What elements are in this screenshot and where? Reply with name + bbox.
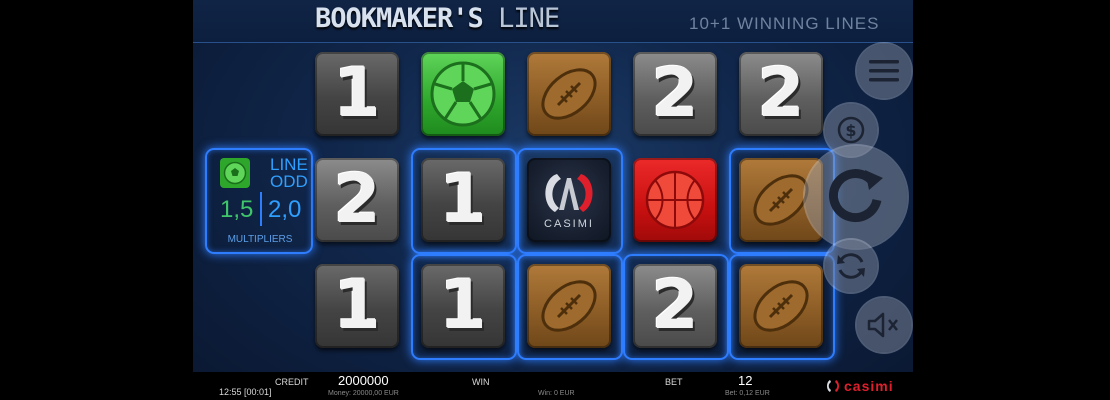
bet-value: 12 bbox=[738, 373, 753, 388]
menu-icon bbox=[869, 60, 899, 82]
bet-label: BET bbox=[665, 377, 683, 387]
multiplier-right-value: 2,0 bbox=[268, 196, 302, 223]
line-label: LINE bbox=[270, 155, 308, 174]
reel-symbol-2: 2 bbox=[739, 52, 823, 136]
game-title: BOOKMAKER'S LINE bbox=[315, 3, 560, 34]
soccer-ball-icon bbox=[430, 61, 496, 127]
symbol-number: 1 bbox=[333, 266, 381, 345]
autoplay-button[interactable] bbox=[825, 240, 877, 292]
symbol-number: 1 bbox=[439, 160, 487, 239]
sound-button[interactable] bbox=[857, 298, 911, 352]
title-light: LINE bbox=[498, 3, 560, 34]
casimi-logo-icon bbox=[827, 380, 839, 392]
soccer-ball-icon bbox=[220, 158, 250, 188]
symbol-number: 1 bbox=[333, 54, 381, 133]
reel-symbol-soccer bbox=[421, 52, 505, 136]
reel-symbol-football bbox=[739, 264, 823, 348]
casimi-logo-text: CASIMI bbox=[544, 218, 594, 230]
multipliers-panel: LINE ODD 1,5 2,0 MULTIPLIERS bbox=[206, 150, 308, 250]
reel-symbol-1: 1 bbox=[315, 264, 399, 348]
american-football-icon bbox=[753, 280, 809, 332]
basketball-icon bbox=[645, 170, 705, 230]
symbol-number: 2 bbox=[333, 160, 381, 239]
multipliers-caption: MULTIPLIERS bbox=[227, 234, 293, 245]
reel-symbol-2: 2 bbox=[633, 52, 717, 136]
symbol-number: 2 bbox=[651, 54, 699, 133]
dollar-coin-icon: $ bbox=[837, 116, 865, 144]
reel-symbol-2: 2 bbox=[633, 264, 717, 348]
autoplay-icon bbox=[837, 253, 865, 279]
reel-symbol-football bbox=[527, 264, 611, 348]
reel-symbol-1: 1 bbox=[315, 52, 399, 136]
american-football-icon bbox=[541, 68, 597, 120]
win-value: Win: 0 EUR bbox=[538, 390, 575, 397]
casimi-brand-text: casimi bbox=[844, 378, 894, 394]
credit-value: 2000000 bbox=[338, 373, 389, 388]
odd-label: ODD bbox=[270, 172, 308, 191]
menu-button[interactable] bbox=[857, 44, 911, 98]
casimi-logo-icon bbox=[545, 174, 593, 212]
svg-text:$: $ bbox=[845, 121, 856, 140]
win-label: WIN bbox=[472, 377, 490, 387]
credit-label: CREDIT bbox=[275, 377, 309, 387]
spin-icon bbox=[828, 169, 883, 223]
american-football-icon bbox=[541, 280, 597, 332]
reel-symbol-basketball bbox=[633, 158, 717, 242]
reel-symbol-1: 1 bbox=[421, 158, 505, 242]
bet-money-value: Bet: 0,12 EUR bbox=[725, 390, 770, 397]
bottom-status-bar: 12:55 [00:01] CREDIT 2000000 Money: 2000… bbox=[193, 372, 913, 400]
sound-mute-icon bbox=[867, 312, 898, 338]
game-header: BOOKMAKER'S LINE 10+1 WINNING LINES bbox=[193, 0, 913, 43]
money-value: Money: 20000,00 EUR bbox=[328, 390, 399, 397]
game-area: BOOKMAKER'S LINE 10+1 WINNING LINES LINE… bbox=[193, 0, 913, 400]
reel-symbol-1: 1 bbox=[421, 264, 505, 348]
title-bold: BOOKMAKER'S bbox=[315, 3, 484, 34]
symbol-number: 2 bbox=[651, 266, 699, 345]
symbol-number: 2 bbox=[757, 54, 805, 133]
multiplier-left-value: 1,5 bbox=[220, 196, 254, 223]
casimi-brand: casimi bbox=[825, 378, 894, 394]
clock-time: 12:55 [00:01] bbox=[219, 387, 272, 397]
reel-symbol-2: 2 bbox=[315, 158, 399, 242]
reel-symbol-casimi-logo: CASIMI bbox=[527, 158, 611, 242]
line-odd-label: LINE ODD bbox=[270, 156, 308, 190]
multiplier-separator bbox=[260, 192, 262, 226]
spin-button[interactable] bbox=[805, 146, 907, 248]
winning-lines-label: 10+1 WINNING LINES bbox=[689, 14, 880, 33]
reel-symbol-football bbox=[527, 52, 611, 136]
symbol-number: 1 bbox=[439, 266, 487, 345]
